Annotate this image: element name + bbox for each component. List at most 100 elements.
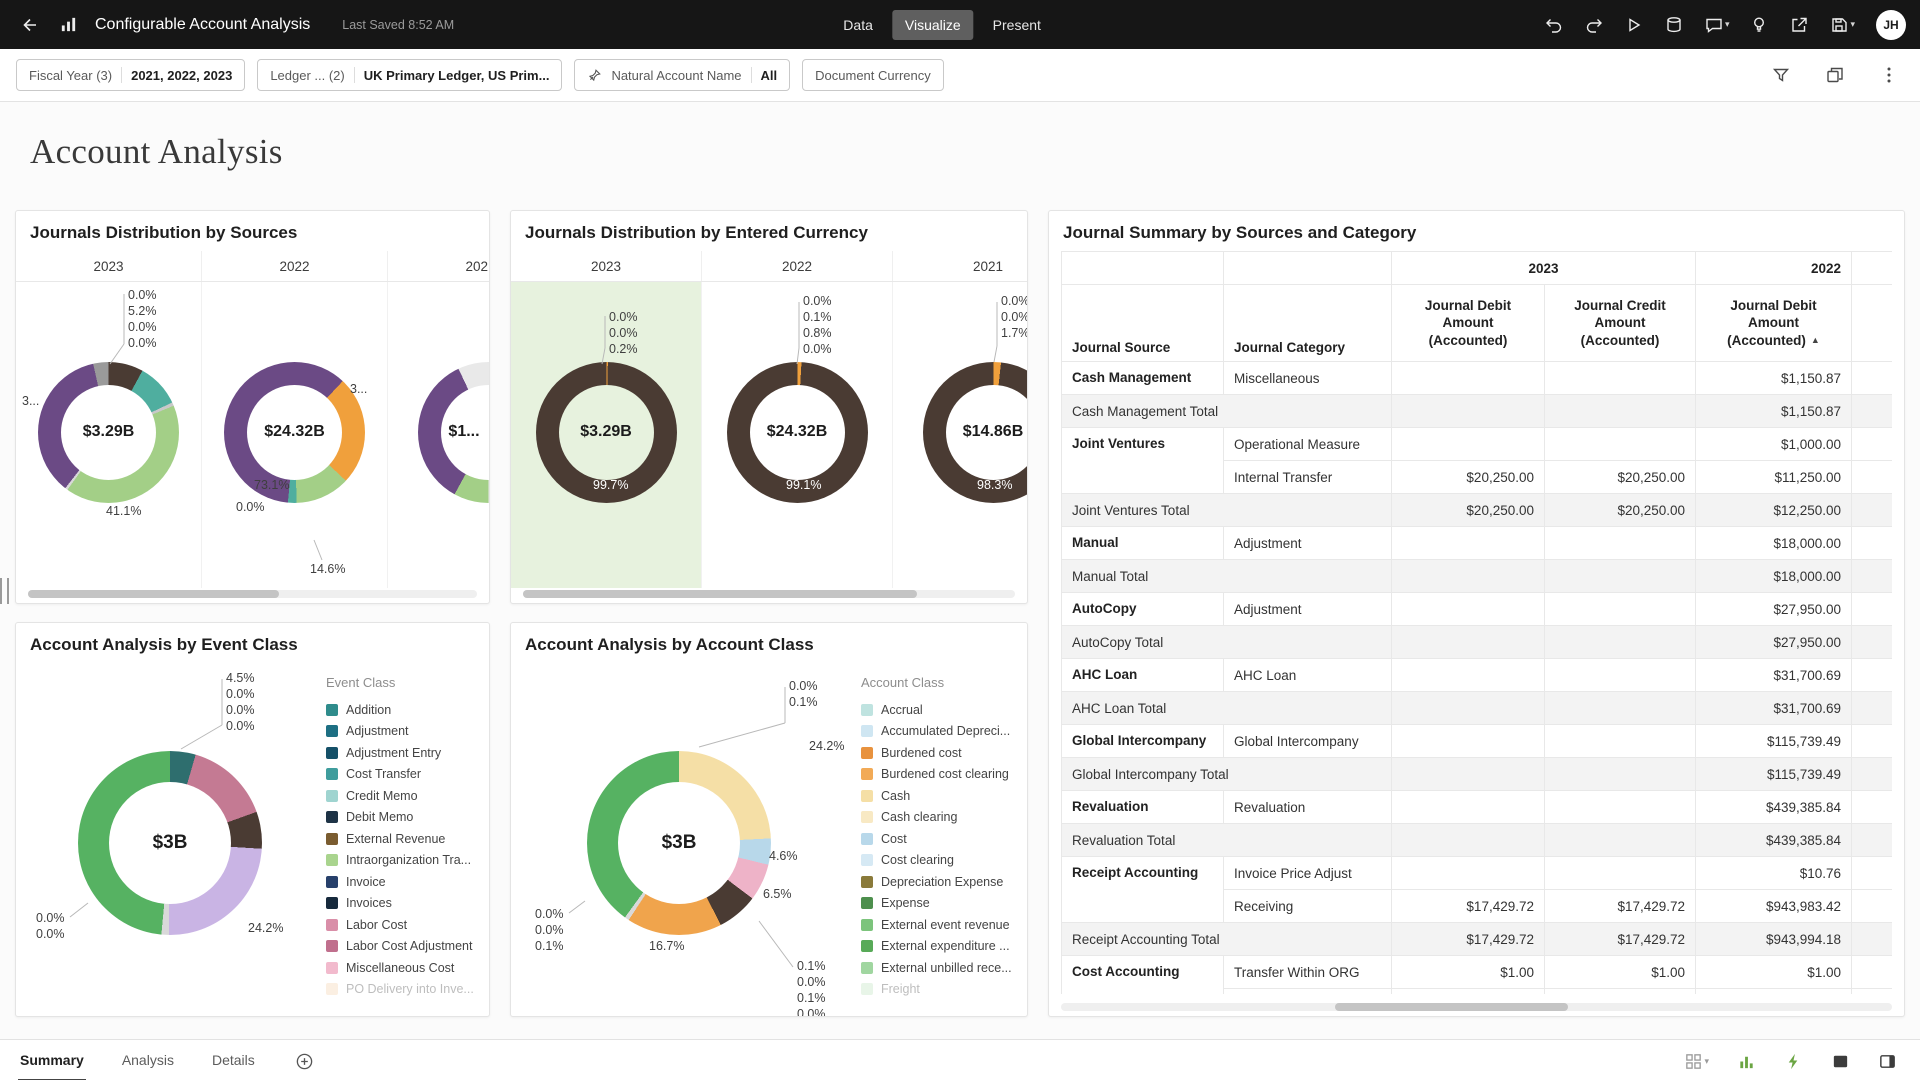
table-row[interactable]: Manual Total$18,000.00 — [1062, 560, 1893, 593]
auto-apply-lightning-icon[interactable] — [1779, 1047, 1808, 1076]
canvas-tab-summary[interactable]: Summary — [18, 1040, 86, 1080]
table-row[interactable]: Cash Management Total$1,150.87 — [1062, 395, 1893, 428]
donut-cell-2021[interactable]: $14.86B0.0%0.0%1.7%98.3% — [893, 282, 1028, 588]
horizontal-scrollbar[interactable] — [523, 590, 1015, 598]
legend-item[interactable]: Depreciation Expense — [861, 871, 1027, 893]
legend-item[interactable]: Addition — [326, 699, 489, 721]
donut-cell-2023[interactable]: $3.29B0.0%0.0%0.2%99.7% — [511, 282, 702, 588]
legend-item[interactable]: Labor Cost Adjustment — [326, 936, 489, 958]
year-header-2023[interactable]: 2023 — [16, 251, 202, 281]
refresh-data-icon[interactable] — [1659, 10, 1689, 40]
table-row[interactable]: Receipt Accounting Total$17,429.72$17,42… — [1062, 923, 1893, 956]
table-row[interactable]: Receipt AccountingInvoice Price Adjust$1… — [1062, 857, 1893, 890]
table-row[interactable]: AHC LoanAHC Loan$31,700.69 — [1062, 659, 1893, 692]
col-header-credit-2023[interactable]: Journal Credit Amount (Accounted) — [1545, 285, 1696, 362]
canvas-tab-analysis[interactable]: Analysis — [120, 1040, 176, 1080]
year-group-2023[interactable]: 2023 — [1392, 252, 1696, 285]
canvas-layout-filled-icon[interactable] — [1826, 1047, 1855, 1076]
horizontal-scrollbar[interactable] — [1061, 1003, 1892, 1011]
legend-item[interactable]: Burdened cost clearing — [861, 764, 1027, 786]
col-header-journal-category[interactable]: Journal Category — [1224, 285, 1392, 362]
table-row[interactable]: AutoCopyAdjustment$27,950.00 — [1062, 593, 1893, 626]
year-header-2022[interactable]: 2022 — [202, 251, 388, 281]
table-row[interactable]: AutoCopy Total$27,950.00 — [1062, 626, 1893, 659]
sort-ascending-icon[interactable]: ▲ — [1811, 335, 1820, 345]
table-row[interactable]: Joint VenturesOperational Measure$1,000.… — [1062, 428, 1893, 461]
table-row[interactable]: Global IntercompanyGlobal Intercompany$1… — [1062, 725, 1893, 758]
table-row[interactable]: RevaluationRevaluation$439,385.84 — [1062, 791, 1893, 824]
comments-icon[interactable]: ▾ — [1699, 10, 1735, 40]
legend-item[interactable]: External event revenue — [861, 914, 1027, 936]
table-row[interactable]: Revaluation Total$439,385.84 — [1062, 824, 1893, 857]
tab-data[interactable]: Data — [830, 10, 886, 40]
legend-item[interactable]: Expense — [861, 893, 1027, 915]
donut-cell-2023[interactable]: $3.29B0.0%5.2%0.0%0.0%3...41.1% — [16, 282, 202, 588]
filter-chip-ledger[interactable]: Ledger ... (2) UK Primary Ledger, US Pri… — [257, 59, 562, 91]
export-icon[interactable] — [1784, 10, 1814, 40]
table-row[interactable]: AHC Loan Total$31,700.69 — [1062, 692, 1893, 725]
year-header-2022[interactable]: 2022 — [702, 251, 893, 281]
table-row[interactable]: ManualAdjustment$18,000.00 — [1062, 527, 1893, 560]
legend-item[interactable]: Cash clearing — [861, 807, 1027, 829]
filter-chip-document-currency[interactable]: Document Currency — [802, 59, 944, 91]
add-canvas-button[interactable] — [291, 1048, 318, 1075]
donut-cell-2022[interactable]: $24.32B0.0%0.1%0.8%0.0%99.1% — [702, 282, 893, 588]
undo-icon[interactable] — [1539, 10, 1569, 40]
year-group-2022[interactable]: 2022 — [1696, 252, 1852, 285]
table-row[interactable]: Cost AccountingTransfer Within ORG$1.00$… — [1062, 956, 1893, 989]
insights-lightbulb-icon[interactable] — [1744, 10, 1774, 40]
year-header-2023[interactable]: 2023 — [511, 251, 702, 281]
filter-funnel-icon[interactable] — [1766, 60, 1796, 90]
year-header-2021[interactable]: 2021 — [388, 251, 490, 281]
legend-item[interactable]: Accrual — [861, 699, 1027, 721]
run-icon[interactable] — [1619, 10, 1649, 40]
year-header-2021[interactable]: 2021 — [893, 251, 1028, 281]
legend-item[interactable]: External Revenue — [326, 828, 489, 850]
legend-item[interactable]: Invoices — [326, 893, 489, 915]
legend-item[interactable]: Labor Cost — [326, 914, 489, 936]
canvas-grid-icon[interactable]: ▾ — [1679, 1047, 1714, 1076]
data-preview-icon[interactable] — [1732, 1047, 1761, 1076]
scrollbar-thumb[interactable] — [28, 590, 279, 598]
scrollbar-thumb[interactable] — [1335, 1003, 1568, 1011]
filter-chip-fiscal-year[interactable]: Fiscal Year (3) 2021, 2022, 2023 — [16, 59, 245, 91]
canvas-layout-split-icon[interactable] — [1873, 1047, 1902, 1076]
save-icon[interactable]: ▾ — [1824, 10, 1860, 40]
scrollbar-thumb[interactable] — [523, 590, 917, 598]
donut-cell-2021[interactable]: $1... — [388, 282, 490, 588]
legend-item[interactable]: Debit Memo — [326, 807, 489, 829]
col-header-debit-2022[interactable]: Journal Debit Amount (Accounted)▲ — [1696, 285, 1852, 362]
legend-item[interactable]: Cost clearing — [861, 850, 1027, 872]
col-header-debit-2023[interactable]: Journal Debit Amount (Accounted) — [1392, 285, 1545, 362]
tab-present[interactable]: Present — [980, 10, 1054, 40]
horizontal-scrollbar[interactable] — [28, 590, 477, 598]
tab-visualize[interactable]: Visualize — [892, 10, 974, 40]
col-header-journal-source[interactable]: Journal Source — [1062, 285, 1224, 362]
visualization-layers-icon[interactable] — [1820, 60, 1850, 90]
avatar[interactable]: JH — [1876, 10, 1906, 40]
back-button[interactable] — [14, 10, 44, 40]
filter-panel-grip[interactable] — [0, 578, 9, 604]
legend-item[interactable]: Burdened cost — [861, 742, 1027, 764]
legend-item[interactable]: Intraorganization Tra... — [326, 850, 489, 872]
table-row[interactable]: Cash ManagementMiscellaneous$1,150.87 — [1062, 362, 1893, 395]
legend-item[interactable]: Adjustment Entry — [326, 742, 489, 764]
legend-item[interactable]: Cash — [861, 785, 1027, 807]
legend-item[interactable]: Miscellaneous Cost — [326, 957, 489, 979]
redo-icon[interactable] — [1579, 10, 1609, 40]
legend-item[interactable]: PO Delivery into Inve... — [326, 979, 489, 1001]
filter-chip-natural-account[interactable]: Natural Account Name All — [574, 59, 790, 91]
legend-item[interactable]: Credit Memo — [326, 785, 489, 807]
legend-item[interactable]: Adjustment — [326, 721, 489, 743]
donut-cell-2022[interactable]: $24.32B3...73.1%0.0%14.6% — [202, 282, 388, 588]
legend-item[interactable]: External expenditure ... — [861, 936, 1027, 958]
legend-item[interactable]: Cost — [861, 828, 1027, 850]
canvas-tab-details[interactable]: Details — [210, 1040, 257, 1080]
legend-item[interactable]: Invoice — [326, 871, 489, 893]
legend-item[interactable]: Freight — [861, 979, 1027, 1001]
table-row[interactable]: Joint Ventures Total$20,250.00$20,250.00… — [1062, 494, 1893, 527]
legend-item[interactable]: Cost Transfer — [326, 764, 489, 786]
table-row[interactable]: Global Intercompany Total$115,739.49 — [1062, 758, 1893, 791]
more-options-kebab-icon[interactable] — [1874, 60, 1904, 90]
legend-item[interactable]: Accumulated Depreci... — [861, 721, 1027, 743]
